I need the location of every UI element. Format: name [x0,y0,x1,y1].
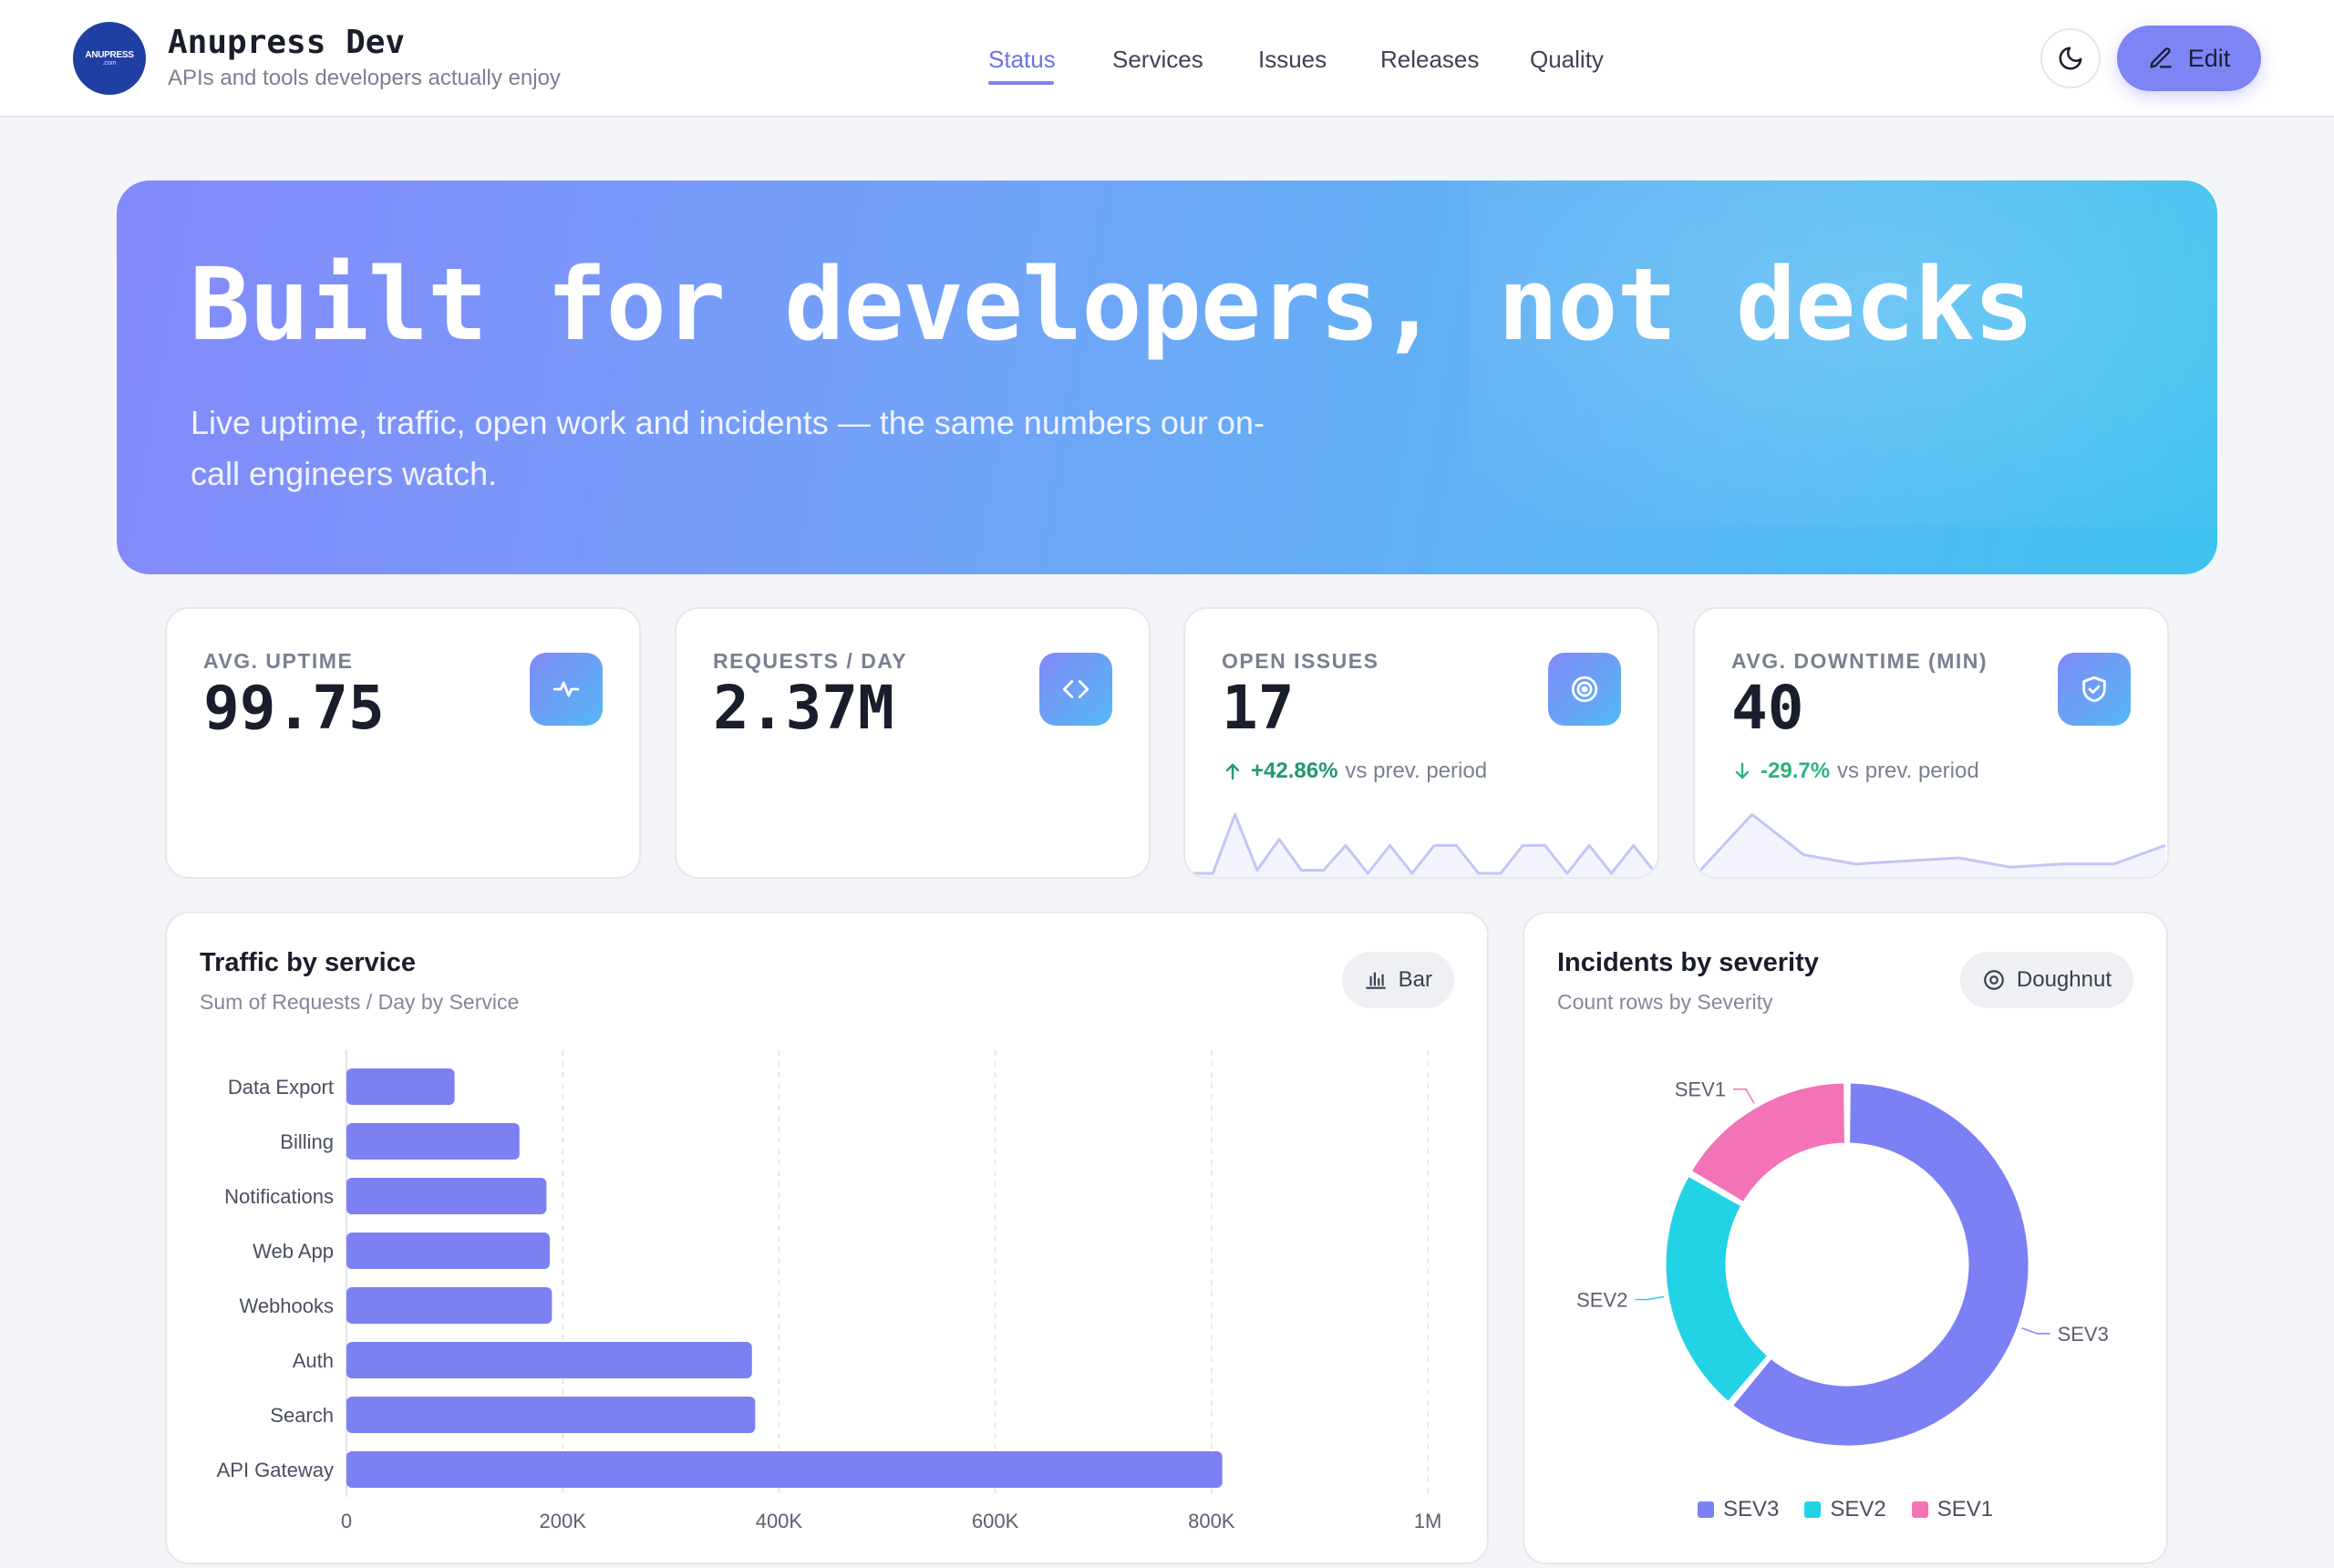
legend-item-sev3[interactable]: SEV3 [1697,1497,1780,1522]
legend-item-sev1[interactable]: SEV1 [1911,1497,1994,1522]
pencil-icon [2150,47,2172,68]
y-category-label: Web App [253,1240,334,1263]
edit-button[interactable]: Edit [2117,26,2261,91]
bar[interactable] [346,1287,553,1324]
shield-check-icon [2058,653,2131,726]
brand-name[interactable]: Anupress Dev [168,24,405,61]
traffic-bar-chart: 0 200K 400K 600K 800K 1M Data Export Billing Not… [217,1050,1442,1532]
x-tick-label: 800K [1188,1510,1235,1532]
slice-leader-line [1733,1088,1755,1104]
y-category-label: Search [270,1404,334,1427]
kpi-label: OPEN ISSUES [1222,649,1379,673]
kpi-value: 2.37M [713,673,894,743]
nav-services[interactable]: Services [1112,46,1203,74]
kpi-delta: -29.7% vs prev. period [1731,758,1979,784]
logo-subtext: .com [102,59,117,67]
legend-label: SEV1 [1936,1497,1994,1522]
x-tick-label: 1M [1414,1510,1442,1532]
nav-status[interactable]: Status [988,46,1056,74]
sparkline-area [1700,814,2165,877]
code-icon [1039,653,1112,726]
theme-toggle-button[interactable] [2040,28,2101,88]
bar[interactable] [346,1233,550,1269]
legend-label: SEV2 [1830,1497,1886,1522]
kpi-label: REQUESTS / DAY [713,649,908,673]
kpi-label: AVG. DOWNTIME (MIN) [1731,649,1988,673]
kpi-sparkline [1699,812,2166,877]
legend-swatch [1697,1501,1714,1518]
kpi-card-uptime[interactable]: AVG. UPTIME 99.75 [165,607,641,879]
hero-banner: Built for developers, not decks Live upt… [117,181,2217,574]
kpi-label: AVG. UPTIME [203,649,354,673]
slice-label: SEV2 [1576,1289,1627,1312]
legend-swatch [1911,1501,1928,1518]
top-navigation-bar: ANUPRESS .com Anupress Dev APIs and tool… [0,0,2334,118]
active-tab-indicator [988,81,1054,85]
kpi-card-requests[interactable]: REQUESTS / DAY 2.37M [675,607,1151,879]
nav-quality[interactable]: Quality [1530,46,1604,74]
kpi-value: 40 [1731,673,1804,743]
activity-icon [530,653,603,726]
slice-label: SEV3 [2058,1323,2109,1346]
kpi-delta: +42.86% vs prev. period [1222,758,1487,784]
y-category-label: Notifications [224,1185,334,1208]
x-tick-label: 400K [756,1510,803,1532]
y-category-label: Billing [280,1130,334,1153]
slice-leader-line [2021,1327,2050,1335]
edit-button-label: Edit [2187,44,2231,72]
kpi-value: 99.75 [203,673,385,743]
kpi-sparkline [1191,812,1658,877]
x-tick-label: 0 [341,1510,352,1532]
legend-label: SEV3 [1722,1497,1780,1522]
y-category-label: Data Export [228,1076,334,1099]
kpi-card-open-issues[interactable]: OPEN ISSUES 17 +42.86% vs prev. period [1183,607,1659,879]
kpi-card-downtime[interactable]: AVG. DOWNTIME (MIN) 40 -29.7% vs prev. p… [1693,607,2169,879]
bar[interactable] [346,1342,752,1378]
arrow-up-icon [1225,763,1240,780]
bar[interactable] [346,1451,1223,1488]
kpi-delta-suffix: vs prev. period [1345,758,1488,783]
bar[interactable] [346,1178,547,1214]
y-category-label: Webhooks [239,1295,334,1317]
logo-text: ANUPRESS [85,49,134,60]
x-tick-label: 600K [972,1510,1019,1532]
kpi-delta-value: -29.7% [1761,758,1831,783]
bar[interactable] [346,1068,455,1105]
hero-title: Built for developers, not decks [190,246,2034,363]
x-tick-label: 200K [540,1510,587,1532]
doughnut-slice-sev2[interactable] [1663,1173,1771,1405]
brand-tagline: APIs and tools developers actually enjoy [168,66,561,90]
arrow-down-icon [1735,762,1750,779]
legend-item-sev2[interactable]: SEV2 [1804,1497,1886,1522]
slice-leader-line [1635,1295,1665,1301]
bar[interactable] [346,1397,756,1433]
traffic-by-service-panel: Traffic by service Sum of Requests / Day… [165,912,1489,1564]
bar[interactable] [346,1123,520,1160]
kpi-delta-value: +42.86% [1251,758,1338,783]
brand-logo[interactable]: ANUPRESS .com [73,22,146,95]
nav-issues[interactable]: Issues [1258,46,1327,74]
y-category-label: Auth [293,1349,334,1372]
y-category-label: API Gateway [217,1459,334,1481]
legend-swatch [1804,1501,1822,1518]
chart-legend: SEV3 SEV2 SEV1 [1524,1497,2166,1522]
hero-subtitle: Live uptime, traffic, open work and inci… [191,404,1265,492]
target-icon [1548,653,1621,726]
kpi-delta-suffix: vs prev. period [1837,758,1979,783]
moon-icon [2059,46,2082,70]
severity-doughnut-chart: SEV3 SEV2 SEV1 [1576,1078,2109,1449]
kpi-value: 17 [1222,673,1295,743]
slice-label: SEV1 [1675,1078,1726,1101]
incidents-by-severity-panel: Incidents by severity Count rows by Seve… [1523,912,2168,1564]
nav-releases[interactable]: Releases [1380,46,1479,74]
